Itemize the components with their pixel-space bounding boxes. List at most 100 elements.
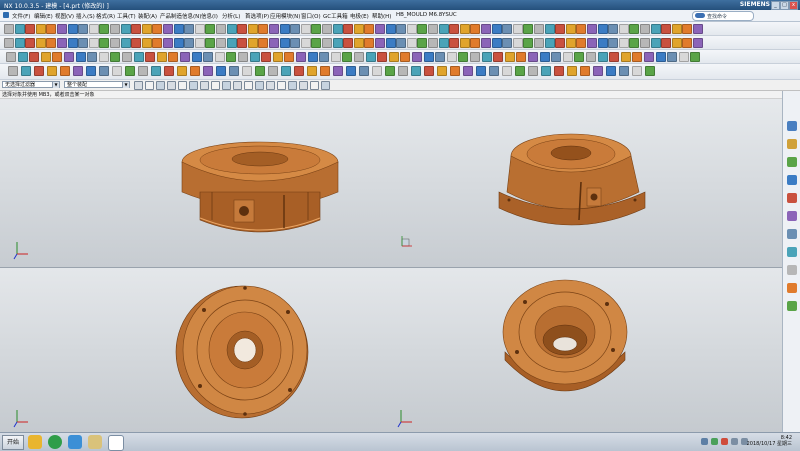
taskbar-browser-icon[interactable] [48,435,62,449]
toolbar-tool-icon[interactable] [203,66,213,76]
toolbar-tool-icon[interactable] [35,38,46,48]
snap-point-icon[interactable] [277,81,286,90]
menu-information[interactable]: 信息(I) [201,12,218,20]
toolbar-tool-icon[interactable] [667,52,678,62]
toolbar-tool-icon[interactable] [138,66,148,76]
toolbar-tool-icon[interactable] [242,66,252,76]
toolbar-tool-icon[interactable] [541,66,551,76]
toolbar-tool-icon[interactable] [491,24,502,34]
toolbar-tool-icon[interactable] [152,38,163,48]
toolbar-tool-icon[interactable] [184,38,195,48]
toolbar-tool-icon[interactable] [534,24,544,34]
menu-file[interactable]: 文件(F) [12,12,30,20]
toolbar-tool-icon[interactable] [294,66,304,76]
resource-bar-tab[interactable] [787,301,797,311]
toolbar-tool-icon[interactable] [205,38,216,48]
toolbar-tool-icon[interactable] [438,38,449,48]
toolbar-tool-icon[interactable] [640,24,650,34]
toolbar-tool-icon[interactable] [417,24,428,34]
toolbar-tool-icon[interactable] [307,52,318,62]
toolbar-tool-icon[interactable] [661,24,672,34]
toolbar-tool-icon[interactable] [272,52,283,62]
toolbar-tool-icon[interactable] [406,38,417,48]
toolbar-tool-icon[interactable] [99,38,110,48]
toolbar-tool-icon[interactable] [435,52,446,62]
snap-point-icon[interactable] [222,81,231,90]
toolbar-tool-icon[interactable] [120,24,131,34]
toolbar-tool-icon[interactable] [459,38,470,48]
snap-point-icon[interactable] [156,81,165,90]
toolbar-tool-icon[interactable] [428,24,438,34]
toolbar-tool-icon[interactable] [238,52,248,62]
part-view-trimetric-right[interactable] [495,130,655,240]
menu-pmi[interactable]: 产品制造信息(N) [160,12,201,20]
toolbar-tool-icon[interactable] [4,24,14,34]
toolbar-tool-icon[interactable] [151,66,161,76]
toolbar-tool-icon[interactable] [618,24,629,34]
toolbar-tool-icon[interactable] [156,52,167,62]
toolbar-tool-icon[interactable] [354,52,364,62]
resource-bar-tab[interactable] [787,211,797,221]
toolbar-tool-icon[interactable] [437,66,447,76]
toolbar-tool-icon[interactable] [300,24,311,34]
toolbar-tool-icon[interactable] [255,66,265,76]
toolbar-tool-icon[interactable] [629,38,640,48]
toolbar-tool-icon[interactable] [14,38,25,48]
toolbar-tool-icon[interactable] [424,66,434,76]
toolbar-tool-icon[interactable] [567,66,577,76]
toolbar-tool-icon[interactable] [450,66,460,76]
toolbar-tool-icon[interactable] [226,38,237,48]
nx-app-icon[interactable] [3,12,9,18]
toolbar-tool-icon[interactable] [650,24,661,34]
toolbar-tool-icon[interactable] [597,38,608,48]
minimize-button[interactable]: _ [771,1,780,10]
toolbar-tool-icon[interactable] [73,66,83,76]
toolbar-tool-icon[interactable] [190,66,200,76]
menu-assemblies[interactable]: 装配(A) [138,12,157,20]
toolbar-tool-icon[interactable] [544,24,555,34]
toolbar-tool-icon[interactable] [406,24,417,34]
toolbar-tool-icon[interactable] [655,52,666,62]
system-clock[interactable]: 8:42 2018/10/17 星期三 [747,435,792,447]
toolbar-tool-icon[interactable] [671,24,682,34]
toolbar-tool-icon[interactable] [554,66,564,76]
resource-bar-tab[interactable] [787,247,797,257]
part-view-top-left[interactable] [170,280,330,425]
toolbar-tool-icon[interactable] [504,52,515,62]
toolbar-tool-icon[interactable] [377,52,388,62]
menu-electrode[interactable]: 电极(E) [350,12,369,20]
toolbar-tool-icon[interactable] [141,38,152,48]
toolbar-tool-icon[interactable] [523,24,534,34]
toolbar-tool-icon[interactable] [35,24,46,34]
snap-point-icon[interactable] [244,81,253,90]
toolbar-tool-icon[interactable] [608,38,619,48]
toolbar-tool-icon[interactable] [88,24,99,34]
menu-hb-mould[interactable]: HB_MOULD M6.8 [396,12,442,18]
toolbar-tool-icon[interactable] [632,66,642,76]
toolbar-tool-icon[interactable] [502,24,513,34]
toolbar-tool-icon[interactable] [372,66,382,76]
toolbar-tool-icon[interactable] [110,38,120,48]
snap-point-icon[interactable] [200,81,209,90]
tray-icon[interactable] [701,438,708,445]
graphics-window-top[interactable] [0,99,782,267]
toolbar-tool-icon[interactable] [459,24,470,34]
toolbar-tool-icon[interactable] [125,66,135,76]
toolbar-tool-icon[interactable] [141,24,152,34]
toolbar-tool-icon[interactable] [364,38,375,48]
toolbar-tool-icon[interactable] [463,66,473,76]
toolbar-tool-icon[interactable] [281,66,291,76]
toolbar-tool-icon[interactable] [290,24,301,34]
menu-application[interactable]: 应用模块(N) [270,12,300,20]
toolbar-tool-icon[interactable] [342,52,353,62]
toolbar-tool-icon[interactable] [67,38,78,48]
toolbar-tool-icon[interactable] [528,52,538,62]
toolbar-tool-icon[interactable] [226,24,237,34]
snap-point-icon[interactable] [233,81,242,90]
toolbar-tool-icon[interactable] [268,66,278,76]
toolbar-tool-icon[interactable] [423,52,434,62]
toolbar-tool-icon[interactable] [417,38,428,48]
toolbar-tool-icon[interactable] [671,38,682,48]
start-button[interactable]: 开始 [2,435,24,450]
close-button[interactable]: x [789,1,798,10]
